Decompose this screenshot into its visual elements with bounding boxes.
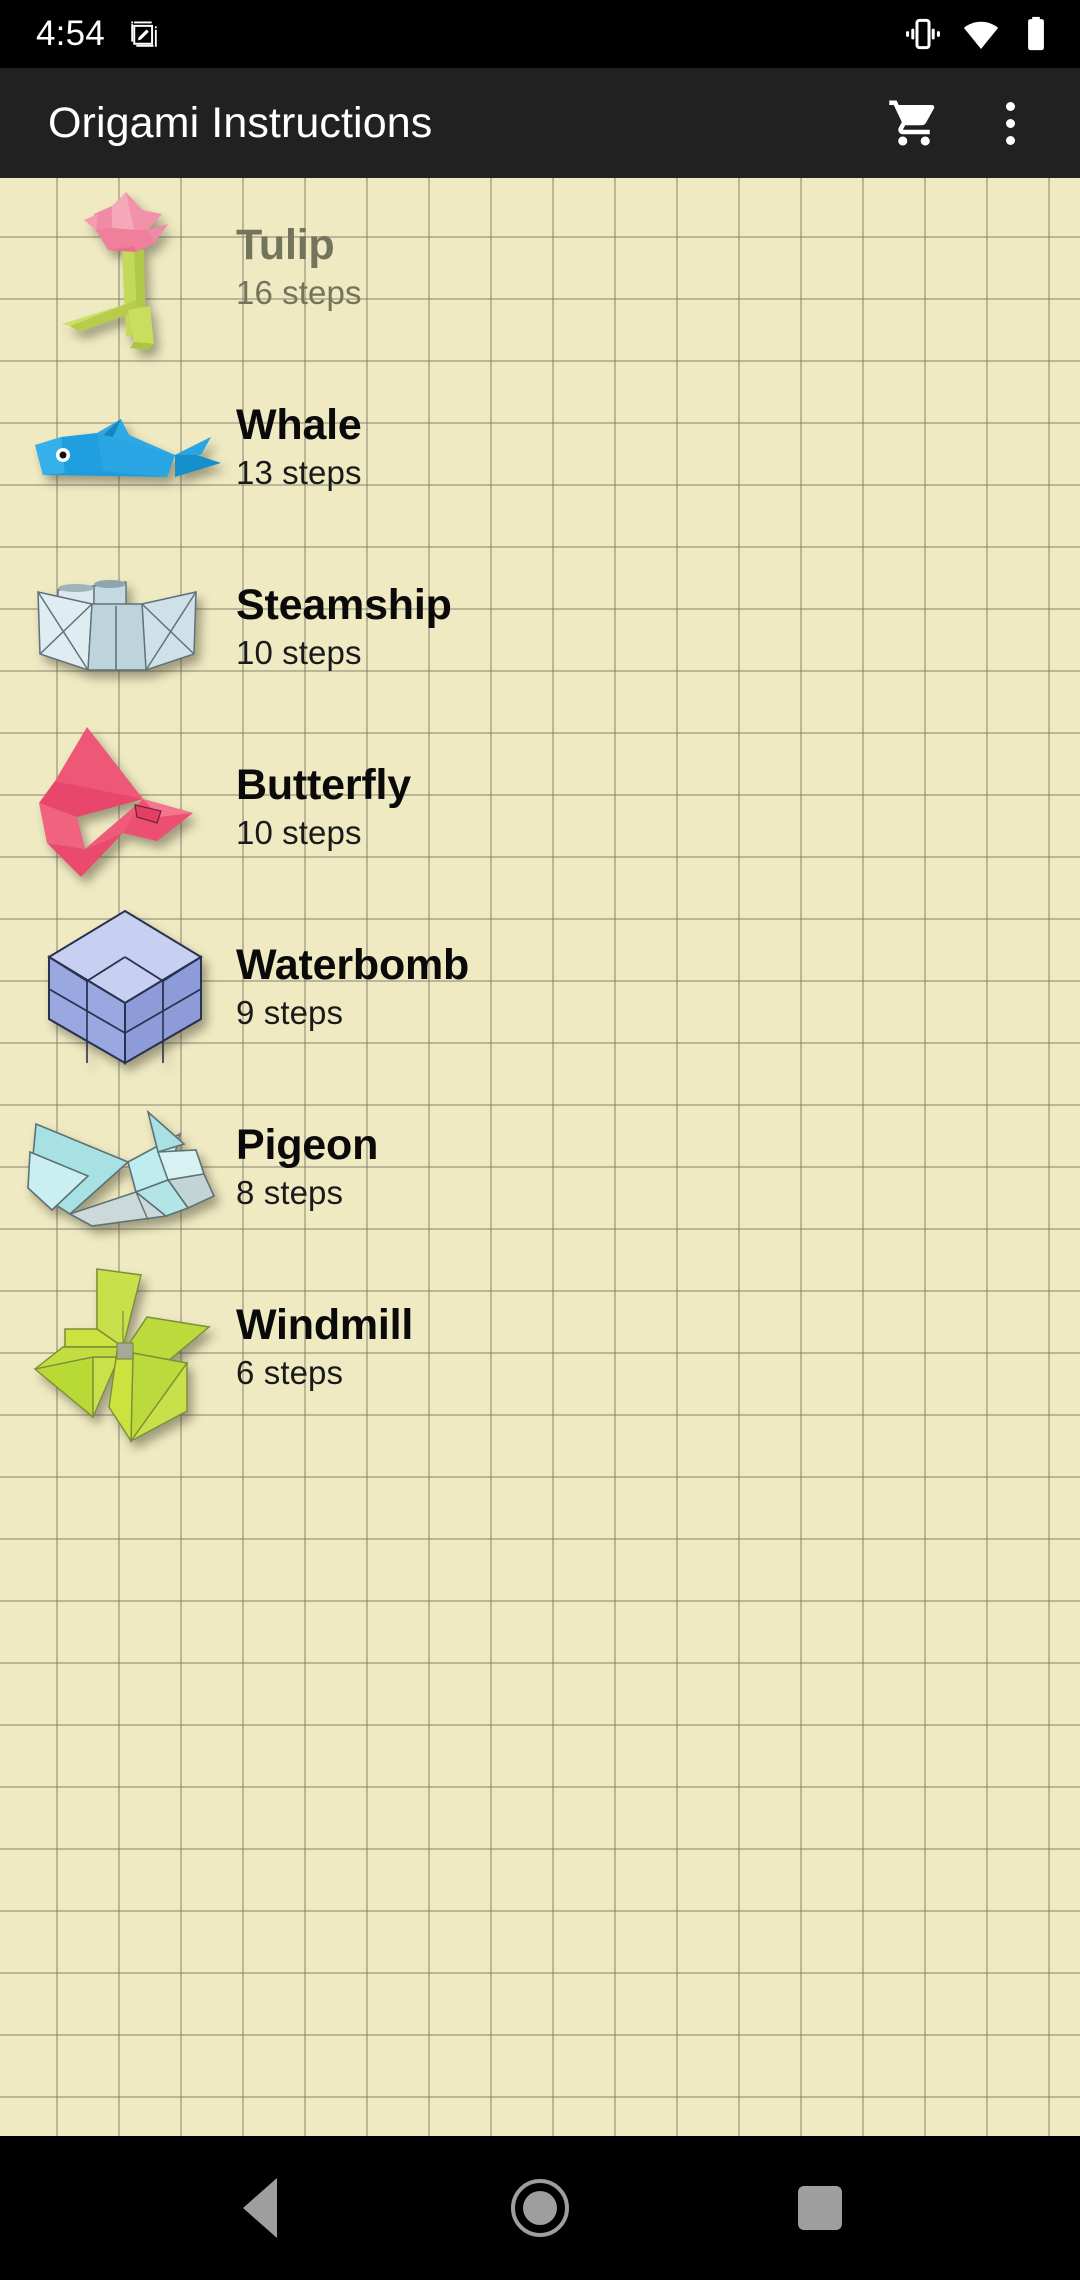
butterfly-thumbnail — [0, 718, 250, 898]
overflow-button[interactable] — [962, 75, 1058, 171]
list-item-labels: Windmill 6 steps — [236, 1300, 414, 1394]
screenshot-edit-icon — [127, 17, 161, 51]
list-item-labels: Whale 13 steps — [236, 400, 362, 494]
origami-list: Tulip 16 steps Whale 13 steps Steamship … — [0, 178, 1080, 1443]
app-bar-actions — [866, 75, 1058, 171]
list-item-title: Waterbomb — [236, 940, 470, 989]
list-item-labels: Steamship 10 steps — [236, 580, 452, 674]
waterbomb-thumbnail — [0, 898, 250, 1078]
list-item-labels: Pigeon 8 steps — [236, 1120, 379, 1214]
system-navigation-bar — [0, 2136, 1080, 2280]
list-item-title: Pigeon — [236, 1120, 379, 1169]
page-title: Origami Instructions — [48, 98, 433, 147]
status-bar: 4:54 — [0, 0, 1080, 68]
list-item[interactable]: Steamship 10 steps — [0, 538, 1080, 718]
whale-thumbnail — [0, 358, 250, 538]
list-item-steps: 13 steps — [236, 454, 362, 492]
windmill-thumbnail — [0, 1258, 250, 1443]
app-bar: Origami Instructions — [0, 68, 1080, 178]
list-item-labels: Butterfly 10 steps — [236, 760, 411, 854]
back-button[interactable] — [190, 2158, 330, 2258]
list-item-title: Whale — [236, 400, 362, 449]
list-item[interactable]: Windmill 6 steps — [0, 1258, 1080, 1443]
list-item[interactable]: Tulip 16 steps — [0, 178, 1080, 358]
status-bar-system-icons — [904, 15, 1052, 53]
list-item-title: Butterfly — [236, 760, 411, 809]
wifi-icon — [962, 15, 1000, 53]
list-item-labels: Tulip 16 steps — [236, 220, 362, 314]
list-item[interactable]: Waterbomb 9 steps — [0, 898, 1080, 1078]
steamship-thumbnail — [0, 538, 250, 718]
recents-icon — [798, 2186, 842, 2230]
recents-button[interactable] — [750, 2158, 890, 2258]
list-item[interactable]: Whale 13 steps — [0, 358, 1080, 538]
cart-button[interactable] — [866, 75, 962, 171]
list-item-steps: 16 steps — [236, 274, 362, 312]
origami-list-scroll-area[interactable]: Tulip 16 steps Whale 13 steps Steamship … — [0, 178, 1080, 2136]
battery-icon — [1020, 15, 1052, 53]
list-item-title: Tulip — [236, 220, 335, 269]
pigeon-thumbnail — [0, 1078, 250, 1258]
list-item-steps: 9 steps — [236, 994, 344, 1032]
list-item[interactable]: Pigeon 8 steps — [0, 1078, 1080, 1258]
list-item-steps: 10 steps — [236, 634, 362, 672]
home-icon — [511, 2179, 569, 2237]
home-button[interactable] — [470, 2158, 610, 2258]
list-item-steps: 6 steps — [236, 1354, 344, 1392]
vibrate-icon — [904, 15, 942, 53]
list-item-title: Windmill — [236, 1300, 414, 1349]
list-item-steps: 10 steps — [236, 814, 362, 852]
more-vert-icon — [1005, 101, 1015, 145]
list-item[interactable]: Butterfly 10 steps — [0, 718, 1080, 898]
status-bar-notification-icons — [127, 17, 161, 51]
tulip-thumbnail — [0, 178, 250, 358]
status-bar-clock: 4:54 — [36, 14, 105, 53]
list-item-steps: 8 steps — [236, 1174, 344, 1212]
shopping-cart-icon — [887, 96, 941, 150]
phone-screen: 4:54 Origami Instructions Tulip 16 steps… — [0, 0, 1080, 2280]
back-icon — [243, 2178, 277, 2238]
list-item-labels: Waterbomb 9 steps — [236, 940, 470, 1034]
list-item-title: Steamship — [236, 580, 452, 629]
